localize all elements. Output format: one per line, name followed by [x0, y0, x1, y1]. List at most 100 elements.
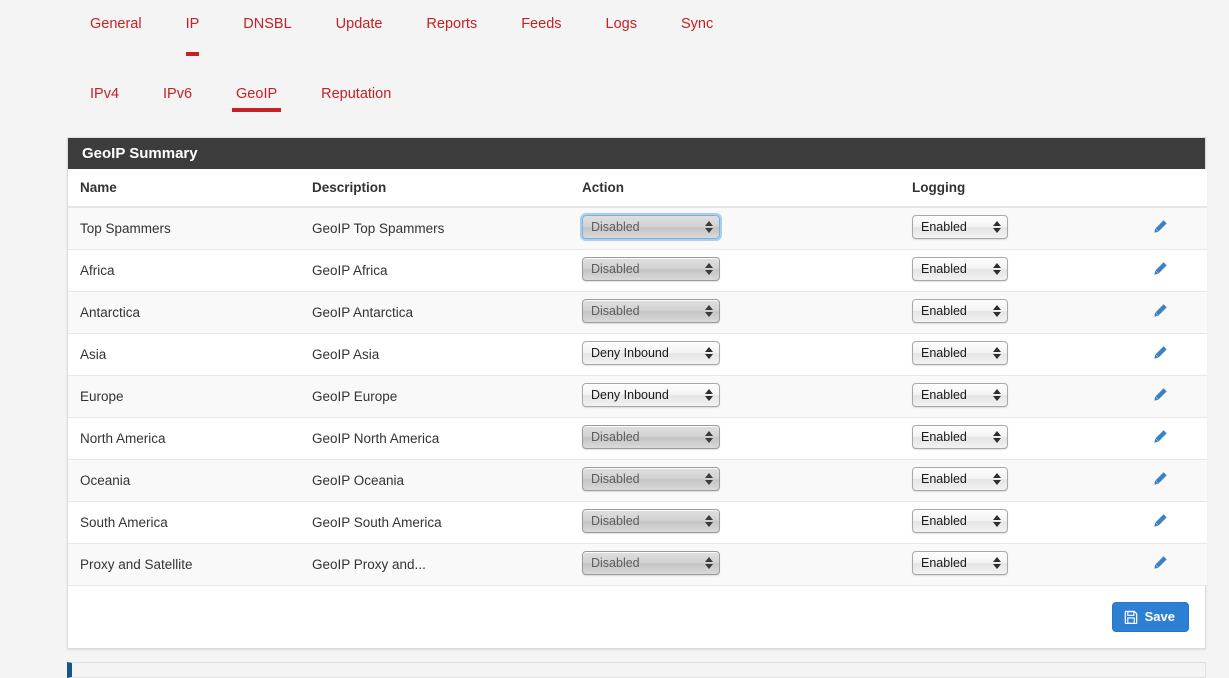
action-select[interactable]: Deny Inbound: [582, 382, 720, 407]
action-select[interactable]: Disabled: [582, 298, 720, 323]
cell-action: Disabled: [570, 207, 900, 250]
cell-name: South America: [68, 501, 300, 544]
action-select-value: Disabled: [591, 471, 640, 486]
cell-edit: [1140, 543, 1207, 586]
column-header-action: Action: [570, 169, 900, 208]
stepper-arrows-icon: [992, 429, 1001, 445]
stepper-arrows-icon: [992, 345, 1001, 361]
logging-select[interactable]: Enabled: [912, 256, 1008, 281]
stepper-arrows-icon: [704, 303, 713, 319]
cell-logging: Enabled: [900, 543, 1140, 586]
action-select[interactable]: Disabled: [582, 466, 720, 491]
cell-description: GeoIP Oceania: [300, 459, 570, 502]
table-row: Top Spammers GeoIP Top Spammers Disabled En…: [68, 207, 1207, 250]
column-header-name: Name: [68, 169, 300, 208]
logging-select-value: Enabled: [921, 345, 967, 360]
stepper-arrows-icon: [992, 219, 1001, 235]
stepper-arrows-icon: [992, 513, 1001, 529]
primary-tab-logs[interactable]: Logs: [584, 0, 659, 34]
floppy-disk-icon: [1124, 610, 1138, 624]
action-select[interactable]: Deny Inbound: [582, 340, 720, 365]
cell-action: Disabled: [570, 459, 900, 502]
action-select-value: Disabled: [591, 513, 640, 528]
cell-logging: Enabled: [900, 333, 1140, 376]
pencil-icon[interactable]: [1152, 471, 1168, 487]
primary-tab-ip[interactable]: IP: [164, 0, 222, 56]
primary-tab-sync[interactable]: Sync: [659, 0, 735, 34]
primary-tab-dnsbl[interactable]: DNSBL: [221, 0, 313, 34]
logging-select[interactable]: Enabled: [912, 550, 1008, 575]
pencil-icon[interactable]: [1152, 387, 1168, 403]
cell-edit: [1140, 249, 1207, 292]
pencil-icon[interactable]: [1152, 261, 1168, 277]
cell-edit: [1140, 501, 1207, 544]
stepper-arrows-icon: [704, 261, 713, 277]
stepper-arrows-icon: [704, 429, 713, 445]
action-select-value: Disabled: [591, 303, 640, 318]
stepper-arrows-icon: [704, 555, 713, 571]
pencil-icon[interactable]: [1152, 219, 1168, 235]
stepper-arrows-icon: [704, 345, 713, 361]
logging-select[interactable]: Enabled: [912, 382, 1008, 407]
primary-tab-update[interactable]: Update: [314, 0, 405, 34]
logging-select-value: Enabled: [921, 471, 967, 486]
action-select-value: Disabled: [591, 555, 640, 570]
cell-description: GeoIP Africa: [300, 249, 570, 292]
pencil-icon[interactable]: [1152, 555, 1168, 571]
cell-edit: [1140, 459, 1207, 502]
secondary-tab-ipv4[interactable]: IPv4: [68, 72, 141, 104]
save-button[interactable]: Save: [1111, 601, 1189, 632]
logging-select[interactable]: Enabled: [912, 424, 1008, 449]
stepper-arrows-icon: [992, 387, 1001, 403]
cell-action: Deny Inbound: [570, 375, 900, 418]
stepper-arrows-icon: [704, 513, 713, 529]
table-row: Oceania GeoIP Oceania Disabled Enabled: [68, 459, 1207, 502]
action-select[interactable]: Disabled: [582, 256, 720, 281]
logging-select-value: Enabled: [921, 513, 967, 528]
cell-logging: Enabled: [900, 207, 1140, 250]
primary-tab-feeds[interactable]: Feeds: [499, 0, 583, 34]
table-body: Top Spammers GeoIP Top Spammers Disabled En…: [68, 207, 1207, 586]
pencil-icon[interactable]: [1152, 429, 1168, 445]
pencil-icon[interactable]: [1152, 513, 1168, 529]
cell-edit: [1140, 333, 1207, 376]
cell-description: GeoIP Proxy and...: [300, 543, 570, 586]
logging-select[interactable]: Enabled: [912, 214, 1008, 239]
stepper-arrows-icon: [992, 555, 1001, 571]
stepper-arrows-icon: [704, 219, 713, 235]
secondary-tab-geoip[interactable]: GeoIP: [214, 72, 299, 112]
logging-select[interactable]: Enabled: [912, 298, 1008, 323]
cell-description: GeoIP Asia: [300, 333, 570, 376]
table-header-row: Name Description Action Logging: [68, 169, 1207, 208]
action-select[interactable]: Disabled: [582, 550, 720, 575]
stepper-arrows-icon: [992, 303, 1001, 319]
logging-select[interactable]: Enabled: [912, 466, 1008, 491]
cell-name: Europe: [68, 375, 300, 418]
action-select-value: Deny Inbound: [591, 387, 669, 402]
cell-action: Disabled: [570, 543, 900, 586]
logging-select[interactable]: Enabled: [912, 340, 1008, 365]
action-select-value: Disabled: [591, 261, 640, 276]
cell-name: Antarctica: [68, 291, 300, 334]
primary-nav: General IP DNSBL Update Reports Feeds Logs Sync: [0, 0, 1229, 56]
action-select[interactable]: Disabled: [582, 508, 720, 533]
action-select-value: Disabled: [591, 429, 640, 444]
action-select[interactable]: Disabled: [582, 214, 720, 239]
column-header-logging: Logging: [900, 169, 1140, 208]
secondary-tab-ipv6[interactable]: IPv6: [141, 72, 214, 104]
save-button-label: Save: [1144, 608, 1175, 624]
action-select-value: Disabled: [591, 219, 640, 234]
action-select-value: Deny Inbound: [591, 345, 669, 360]
secondary-tab-reputation[interactable]: Reputation: [299, 72, 413, 104]
action-select[interactable]: Disabled: [582, 424, 720, 449]
logging-select[interactable]: Enabled: [912, 508, 1008, 533]
logging-select-value: Enabled: [921, 555, 967, 570]
primary-tab-reports[interactable]: Reports: [404, 0, 499, 34]
cell-logging: Enabled: [900, 291, 1140, 334]
primary-tab-general[interactable]: General: [68, 0, 164, 34]
cell-action: Disabled: [570, 249, 900, 292]
pencil-icon[interactable]: [1152, 345, 1168, 361]
cell-action: Disabled: [570, 501, 900, 544]
cell-action: Disabled: [570, 291, 900, 334]
pencil-icon[interactable]: [1152, 303, 1168, 319]
